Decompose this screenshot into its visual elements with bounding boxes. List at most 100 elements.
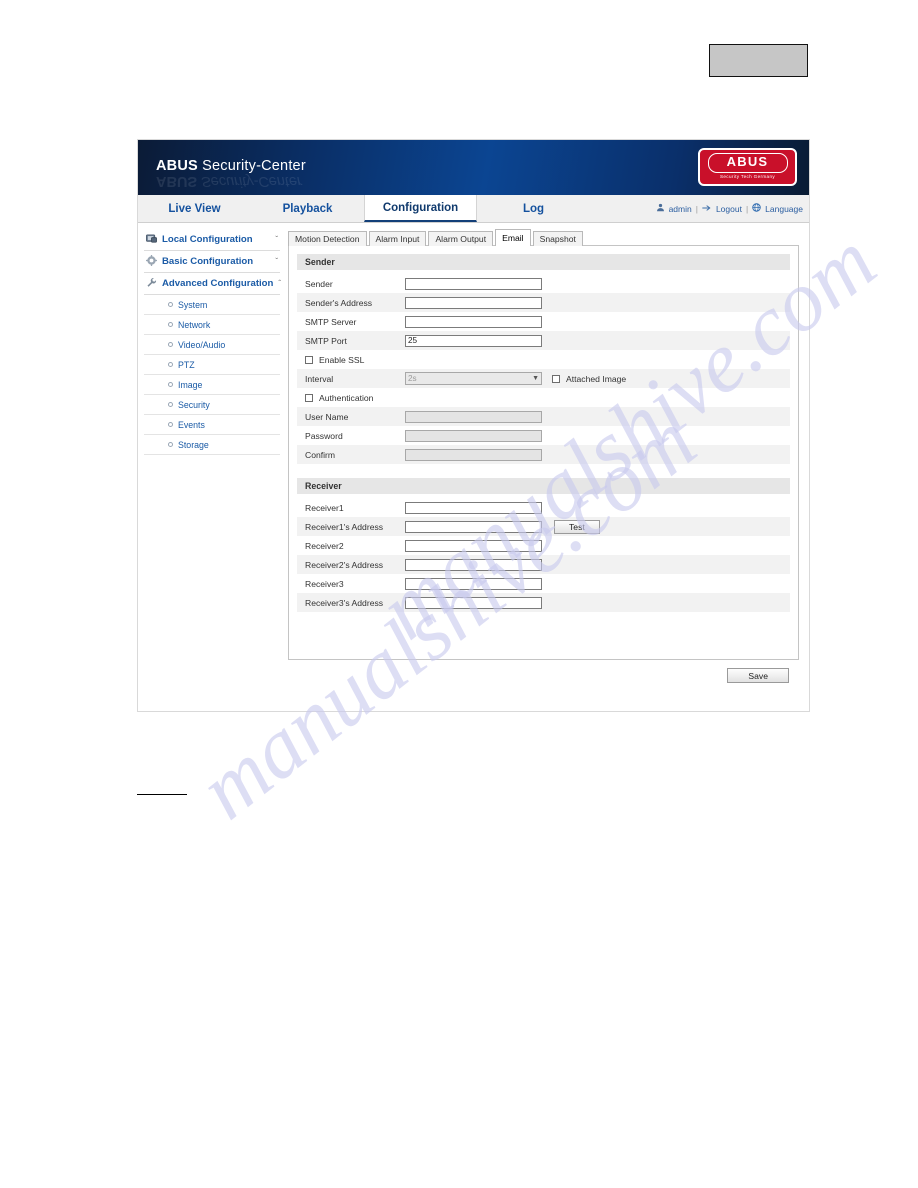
password-input[interactable]: [405, 429, 542, 442]
section-header-sender: Sender: [297, 254, 790, 270]
attached-image-checkbox[interactable]: [552, 374, 560, 383]
receiver3-input[interactable]: [405, 577, 542, 590]
user-separator-2: |: [745, 203, 749, 214]
brand-title: ABUS Security-Center: [156, 158, 306, 174]
receiver1-input[interactable]: [405, 501, 542, 514]
logout-link[interactable]: Logout: [716, 204, 742, 214]
sidebar-item-security[interactable]: Security: [144, 395, 280, 415]
tab-bar: Motion Detection Alarm Input Alarm Outpu…: [288, 229, 799, 246]
abus-web-interface: ABUS Security-Center ABUS Security-Cente…: [137, 139, 810, 712]
field-row-receiver1-address: Receiver1's Address Test: [297, 517, 790, 536]
user-name-input[interactable]: [405, 410, 542, 423]
senders-address-input[interactable]: [405, 296, 542, 309]
receiver1-address-label: Receiver1's Address: [305, 521, 384, 532]
receiver1-address-input[interactable]: [405, 520, 542, 533]
content-area: Motion Detection Alarm Input Alarm Outpu…: [284, 223, 809, 711]
sidebar-item-ptz[interactable]: PTZ: [144, 355, 280, 375]
sidebar-item-image[interactable]: Image: [144, 375, 280, 395]
bullet-icon: [168, 402, 173, 407]
nav-item-live-view[interactable]: Live View: [138, 195, 251, 222]
sidebar-item-label: Image: [178, 379, 203, 390]
abus-logo-text: ABUS: [707, 153, 788, 173]
sidebar-item-label: Video/Audio: [178, 339, 226, 350]
receiver2-address-label: Receiver2's Address: [305, 559, 384, 570]
sidebar-item-label: Storage: [178, 439, 209, 450]
bullet-icon: [168, 342, 173, 347]
chevron-up-icon: ˆ: [278, 279, 282, 288]
receiver2-address-input[interactable]: [405, 558, 542, 571]
receiver3-address-label: Receiver3's Address: [305, 597, 384, 608]
sidebar-item-network[interactable]: Network: [144, 315, 280, 335]
sidebar-item-storage[interactable]: Storage: [144, 435, 280, 455]
sidebar-group-local-configuration[interactable]: Local Configuration ˇ: [144, 229, 280, 251]
interval-label: Interval: [305, 373, 334, 384]
app-body: Local Configuration ˇ Basic Configuratio…: [138, 223, 809, 711]
sender-input[interactable]: [405, 277, 542, 290]
save-button-row: Save: [288, 660, 799, 683]
smtp-server-input[interactable]: [405, 315, 542, 328]
bullet-icon: [168, 322, 173, 327]
sender-label: Sender: [305, 278, 333, 289]
brand-reflection: ABUS Security-Center: [156, 173, 302, 189]
receiver2-input[interactable]: [405, 539, 542, 552]
smtp-port-label: SMTP Port: [305, 335, 347, 346]
nav-item-configuration[interactable]: Configuration: [364, 195, 477, 222]
page-header-box: [709, 44, 808, 77]
interval-select[interactable]: 2s ▼: [405, 372, 542, 385]
user-name[interactable]: admin: [669, 204, 692, 214]
password-label: Password: [305, 430, 343, 441]
nav-item-playback[interactable]: Playback: [251, 195, 364, 222]
tab-snapshot[interactable]: Snapshot: [532, 231, 583, 246]
field-row-authentication: Authentication: [297, 388, 790, 407]
chevron-down-icon: ▼: [532, 375, 539, 382]
sidebar-item-video-audio[interactable]: Video/Audio: [144, 335, 280, 355]
sidebar-item-label: System: [178, 299, 208, 310]
user-icon: [656, 203, 665, 214]
sidebar-group-basic-configuration[interactable]: Basic Configuration ˇ: [144, 251, 280, 273]
field-row-enable-ssl: Enable SSL: [297, 350, 790, 369]
language-link[interactable]: Language: [765, 204, 803, 214]
section-header-receiver: Receiver: [297, 478, 790, 494]
field-row-receiver3-address: Receiver3's Address: [297, 593, 790, 612]
field-row-receiver2-address: Receiver2's Address: [297, 555, 790, 574]
user-separator-1: |: [695, 203, 698, 214]
bullet-icon: [168, 442, 173, 447]
receiver3-label: Receiver3: [305, 578, 344, 589]
logout-arrow-icon: [702, 204, 712, 214]
enable-ssl-checkbox[interactable]: [305, 355, 313, 364]
senders-address-label: Sender's Address: [305, 297, 373, 308]
abus-logo-tagline: Security Tech Germany: [719, 174, 775, 179]
save-button[interactable]: Save: [727, 668, 789, 683]
brand-reflection-bold: ABUS: [156, 173, 198, 189]
receiver3-address-input[interactable]: [405, 596, 542, 609]
smtp-port-input[interactable]: [405, 334, 542, 347]
sidebar-advanced-items: System Network Video/Audio PTZ Image Sec…: [144, 295, 280, 455]
email-settings-panel: Sender Sender Sender's Address SMTP Serv…: [288, 245, 799, 660]
globe-icon: [752, 203, 761, 214]
receiver2-label: Receiver2: [305, 540, 344, 551]
interval-selected-value: 2s: [408, 374, 417, 383]
sidebar-item-events[interactable]: Events: [144, 415, 280, 435]
sidebar-group-advanced-configuration[interactable]: Advanced Configuration ˆ: [144, 273, 282, 295]
main-navigation: Live View Playback Configuration Log adm…: [138, 195, 809, 223]
tab-motion-detection[interactable]: Motion Detection: [288, 231, 367, 246]
gear-icon: [146, 253, 157, 271]
enable-ssl-label: Enable SSL: [319, 354, 365, 365]
tab-alarm-input[interactable]: Alarm Input: [368, 231, 427, 246]
abus-logo: ABUS Security Tech Germany: [698, 148, 797, 186]
user-name-label: User Name: [305, 411, 349, 422]
bullet-icon: [168, 302, 173, 307]
test-button[interactable]: Test: [554, 519, 600, 534]
authentication-checkbox[interactable]: [305, 393, 313, 402]
brand-reflection-rest: Security-Center: [197, 173, 302, 189]
bullet-icon: [168, 422, 173, 427]
confirm-input[interactable]: [405, 448, 542, 461]
authentication-label: Authentication: [319, 392, 374, 403]
sidebar-item-system[interactable]: System: [144, 295, 280, 315]
tab-alarm-output[interactable]: Alarm Output: [428, 231, 494, 246]
nav-item-log[interactable]: Log: [477, 195, 590, 222]
field-row-confirm: Confirm: [297, 445, 790, 464]
sidebar-group-label: Advanced Configuration: [162, 278, 274, 289]
tab-email[interactable]: Email: [495, 229, 531, 246]
app-banner: ABUS Security-Center ABUS Security-Cente…: [138, 140, 809, 195]
